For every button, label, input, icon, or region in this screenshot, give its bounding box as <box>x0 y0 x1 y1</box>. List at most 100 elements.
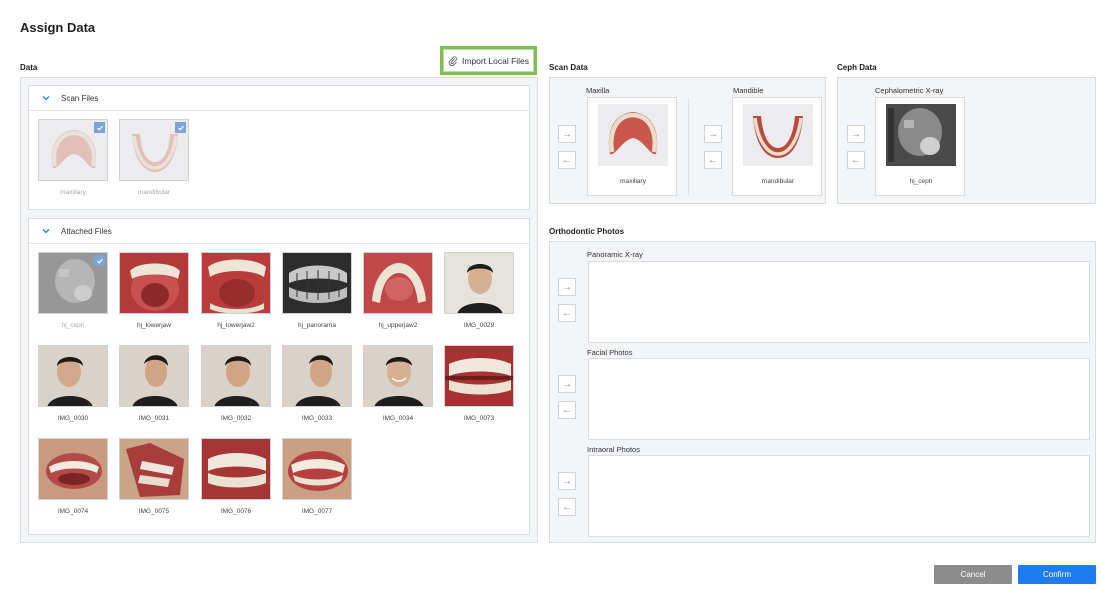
portrait-photo-image <box>283 346 351 406</box>
thumb-label: maxillary <box>60 189 86 196</box>
arrow-right-icon: → <box>562 128 572 140</box>
attached-files-card: Attached Files hj_ceph hj_lowerjaw hj_lo… <box>28 218 530 535</box>
ceph-data-panel: Cephalometric X-ray → ← hj_ceph <box>837 77 1096 204</box>
arrow-left-icon: ← <box>562 501 572 513</box>
maxilla-scan-image <box>608 112 658 155</box>
unassign-left-button[interactable]: ← <box>558 151 576 169</box>
cancel-button[interactable]: Cancel <box>934 565 1012 584</box>
ceph-xray-image <box>886 104 956 166</box>
thumb-label: IMG_0029 <box>463 322 495 329</box>
checkbox-checked-icon[interactable] <box>94 255 105 266</box>
data-section-label: Data <box>20 63 38 72</box>
attached-file-hj-panorama[interactable]: hj_panorama <box>282 252 352 329</box>
intraoral-photo-image <box>120 253 188 313</box>
scan-file-maxillary[interactable]: maxillary <box>38 119 108 196</box>
page-title: Assign Data <box>20 20 96 35</box>
attached-file-img-0031[interactable]: IMG_0031 <box>119 345 189 422</box>
arrow-left-icon: ← <box>851 154 861 166</box>
ceph-file-label: hj_ceph <box>909 178 933 185</box>
import-local-files-button[interactable]: Import Local Files <box>440 46 537 75</box>
assign-right-button[interactable]: → <box>558 278 576 296</box>
facial-dropzone[interactable] <box>588 358 1090 440</box>
arrow-left-icon: ← <box>562 154 572 166</box>
arrow-right-icon: → <box>562 378 572 390</box>
assign-right-button[interactable]: → <box>558 375 576 393</box>
thumb-label: IMG_0074 <box>57 508 89 515</box>
import-button-label: Import Local Files <box>461 55 530 66</box>
mandible-file-label: mandibular <box>761 178 795 185</box>
attached-files-header[interactable]: Attached Files <box>29 219 529 244</box>
thumb-label: IMG_0031 <box>138 415 170 422</box>
facial-title: Facial Photos <box>587 348 633 357</box>
portrait-photo-image <box>39 346 107 406</box>
thumb-label: hj_ceph <box>61 322 85 329</box>
arrow-right-icon: → <box>708 128 718 140</box>
checkbox-checked-icon[interactable] <box>94 122 105 133</box>
unassign-left-button[interactable]: ← <box>704 151 722 169</box>
attached-file-hj-lowerjaw[interactable]: hj_lowerjaw <box>119 252 189 329</box>
panoramic-dropzone[interactable] <box>588 261 1090 343</box>
attached-file-img-0029[interactable]: IMG_0029 <box>444 252 514 329</box>
assign-right-button[interactable]: → <box>847 125 865 143</box>
thumb-label: IMG_0073 <box>463 415 495 422</box>
mandible-slot[interactable]: mandibular <box>732 97 822 196</box>
arrow-left-icon: ← <box>708 154 718 166</box>
attached-file-img-0034[interactable]: IMG_0034 <box>363 345 433 422</box>
attached-file-hj-upperjaw2[interactable]: hj_upperjaw2 <box>363 252 433 329</box>
intraoral-title: Intraoral Photos <box>587 445 640 454</box>
thumb-label: IMG_0030 <box>57 415 89 422</box>
arrow-right-icon: → <box>851 128 861 140</box>
mandible-scan-image <box>753 116 803 158</box>
thumb-label: IMG_0032 <box>220 415 252 422</box>
panorama-xray-image <box>283 253 351 313</box>
portrait-photo-image <box>364 346 432 406</box>
attached-file-img-0030[interactable]: IMG_0030 <box>38 345 108 422</box>
mandible-title: Mandible <box>733 86 764 95</box>
attached-file-img-0074[interactable]: IMG_0074 <box>38 438 108 515</box>
scan-data-section-label: Scan Data <box>549 63 588 72</box>
attached-file-img-0075[interactable]: IMG_0075 <box>119 438 189 515</box>
attached-file-hj-lowerjaw2[interactable]: hj_lowerjaw2 <box>201 252 271 329</box>
attached-files-title: Attached Files <box>61 226 112 236</box>
side-teeth-photo-image <box>120 439 188 499</box>
scan-file-mandibular[interactable]: mandibular <box>119 119 189 196</box>
arrow-right-icon: → <box>562 475 572 487</box>
paperclip-icon <box>448 56 458 66</box>
thumb-label: IMG_0076 <box>220 508 252 515</box>
assign-right-button[interactable]: → <box>704 125 722 143</box>
intraoral-dropzone[interactable] <box>588 455 1090 537</box>
attached-file-img-0033[interactable]: IMG_0033 <box>282 345 352 422</box>
ortho-section-label: Orthodontic Photos <box>549 227 625 236</box>
teeth-photo-image <box>202 439 270 499</box>
attached-file-img-0032[interactable]: IMG_0032 <box>201 345 271 422</box>
assign-right-button[interactable]: → <box>558 125 576 143</box>
unassign-left-button[interactable]: ← <box>558 498 576 516</box>
checkbox-checked-icon[interactable] <box>175 122 186 133</box>
scan-files-title: Scan Files <box>61 93 99 103</box>
assign-right-button[interactable]: → <box>558 472 576 490</box>
thumb-label: IMG_0075 <box>138 508 170 515</box>
teeth-photo-image <box>445 346 513 406</box>
thumb-label: IMG_0033 <box>301 415 333 422</box>
attached-file-img-0073[interactable]: IMG_0073 <box>444 345 514 422</box>
ceph-slot[interactable]: hj_ceph <box>875 97 965 196</box>
unassign-left-button[interactable]: ← <box>558 304 576 322</box>
maxilla-slot[interactable]: maxillary <box>587 97 677 196</box>
data-panel: Scan Files maxillary mandibular Attached… <box>20 77 538 543</box>
unassign-left-button[interactable]: ← <box>558 401 576 419</box>
intraoral-photo-image <box>364 253 432 313</box>
ceph-title: Cephalometric X-ray <box>875 86 944 95</box>
chevron-down-icon <box>41 93 51 103</box>
portrait-photo-image <box>202 346 270 406</box>
arrow-left-icon: ← <box>562 307 572 319</box>
attached-file-img-0077[interactable]: IMG_0077 <box>282 438 352 515</box>
chevron-down-icon <box>41 226 51 236</box>
unassign-left-button[interactable]: ← <box>847 151 865 169</box>
maxilla-file-label: maxillary <box>620 178 646 185</box>
attached-file-hj-ceph[interactable]: hj_ceph <box>38 252 108 329</box>
attached-file-img-0076[interactable]: IMG_0076 <box>201 438 271 515</box>
scan-files-card: Scan Files maxillary mandibular <box>28 85 530 210</box>
thumb-label: hj_panorama <box>298 322 336 329</box>
scan-files-header[interactable]: Scan Files <box>29 86 529 111</box>
confirm-button[interactable]: Confirm <box>1018 565 1096 584</box>
